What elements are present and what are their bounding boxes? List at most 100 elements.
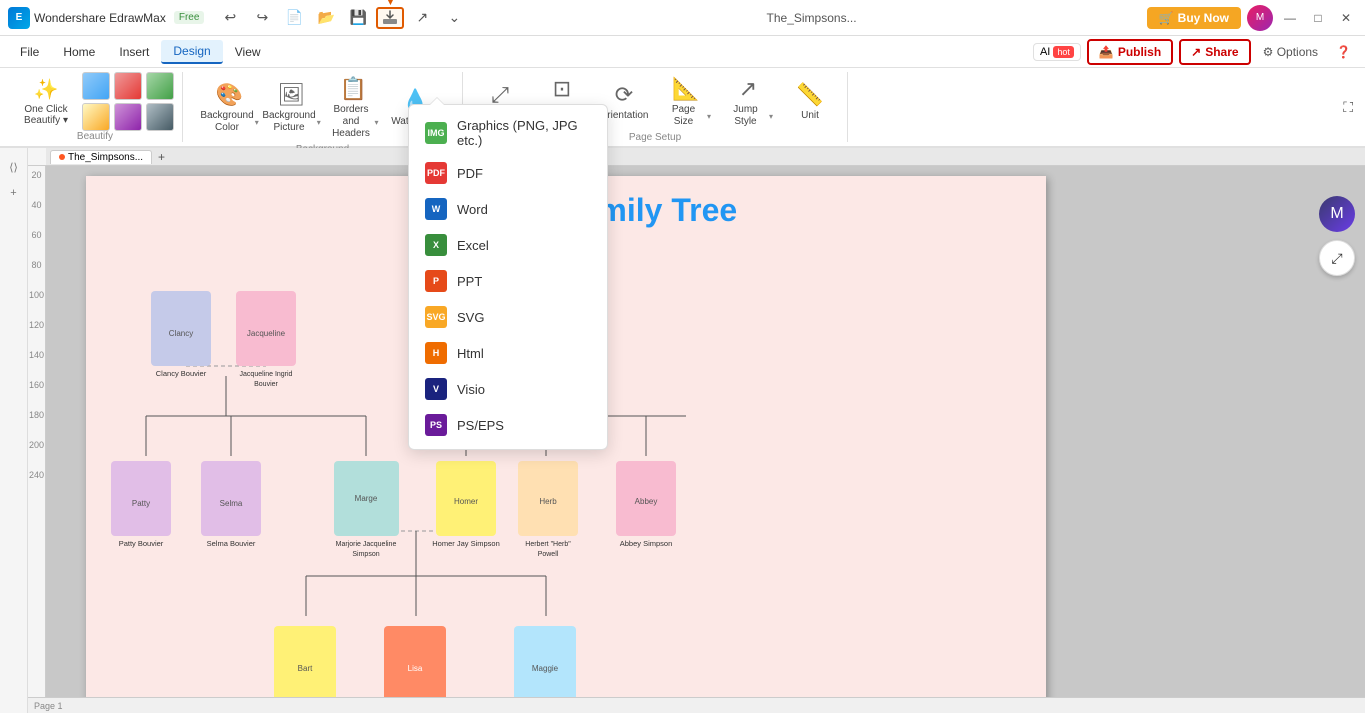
svg-label: SVG	[457, 310, 484, 325]
menu-design[interactable]: Design	[161, 40, 222, 64]
export-html-item[interactable]: H Html	[409, 335, 607, 371]
export-excel-item[interactable]: X Excel	[409, 227, 607, 263]
bg-picture-dropdown-arrow: ▾	[317, 118, 321, 127]
new-button[interactable]: 📄	[280, 7, 308, 29]
tab-bar: The_Simpsons... +	[46, 148, 1365, 166]
beautify-style-3[interactable]	[146, 72, 174, 100]
menu-insert[interactable]: Insert	[107, 41, 161, 63]
export-ps-item[interactable]: PS PS/EPS	[409, 407, 607, 443]
redo-button[interactable]: ↪	[248, 7, 276, 29]
buy-icon: 🛒	[1159, 11, 1174, 25]
html-label: Html	[457, 346, 484, 361]
float-expand-button[interactable]: ⤢	[1319, 240, 1355, 276]
pdf-icon: PDF	[425, 162, 447, 184]
unit-button[interactable]: 📏 Unit	[781, 78, 839, 126]
export-pdf-item[interactable]: PDF PDF	[409, 155, 607, 191]
export-visio-item[interactable]: V Visio	[409, 371, 607, 407]
app-name-label: Wondershare EdrawMax	[34, 11, 166, 25]
canvas-area: The_Simpsons... + 140 120 100 80 60 40 2…	[28, 148, 1365, 713]
right-floating-panel: M ⤢	[1319, 196, 1355, 276]
fit-drawing-icon: ⊡	[553, 76, 571, 102]
beautify-style-2[interactable]	[114, 72, 142, 100]
ps-label: PS/EPS	[457, 418, 504, 433]
borders-dropdown-arrow: ▾	[374, 118, 378, 127]
beautify-style-6[interactable]	[146, 103, 174, 131]
export-word-item[interactable]: W Word	[409, 191, 607, 227]
tab-modified-dot	[59, 154, 65, 160]
svg-icon: SVG	[425, 306, 447, 328]
export-button[interactable]: ▼	[376, 7, 404, 29]
ppt-icon: P	[425, 270, 447, 292]
export-dropdown: IMG Graphics (PNG, JPG etc.) PDF PDF W W…	[408, 104, 608, 450]
titlebar: E Wondershare EdrawMax Free ↩ ↪ 📄 📂 💾 ▼ …	[0, 0, 1365, 36]
beautify-icon: ✨	[34, 77, 59, 102]
open-button[interactable]: 📂	[312, 7, 340, 29]
gear-icon: ⚙	[1263, 45, 1274, 59]
sidebar-collapse-btn[interactable]: ⟨⟩	[3, 156, 25, 178]
page-size-button[interactable]: 📐 Page Size ▾	[657, 72, 715, 132]
page-size-icon: 📐	[672, 76, 699, 102]
buy-now-button[interactable]: 🛒 Buy Now	[1147, 7, 1241, 29]
beautify-label: Beautify	[77, 131, 113, 144]
edrawai-float-button[interactable]: M	[1319, 196, 1355, 232]
graphics-icon: IMG	[425, 122, 447, 144]
svg-text:Herb: Herb	[539, 497, 557, 506]
one-click-beautify-button[interactable]: ✨ One ClickBeautify ▾	[16, 73, 76, 130]
visio-label: Visio	[457, 382, 485, 397]
svg-text:Lisa: Lisa	[408, 664, 423, 673]
publish-icon: 📤	[1099, 45, 1114, 59]
share-button[interactable]: ↗ Share	[1179, 39, 1250, 65]
publish-button[interactable]: 📤 Publish	[1087, 39, 1173, 65]
svg-text:Selma: Selma	[220, 499, 243, 508]
expand-icon-btn[interactable]: ⛶	[1343, 99, 1353, 116]
ribbon-toolbar: ✨ One ClickBeautify ▾ Beautify	[0, 68, 1365, 148]
svg-text:Patty Bouvier: Patty Bouvier	[119, 539, 164, 548]
html-icon: H	[425, 342, 447, 364]
menubar: File Home Insert Design View AI hot 📤 Pu…	[0, 36, 1365, 68]
minimize-button[interactable]: —	[1279, 7, 1301, 29]
share-icon: ↗	[1191, 45, 1201, 59]
add-tab-button[interactable]: +	[154, 150, 169, 164]
undo-button[interactable]: ↩	[216, 7, 244, 29]
page-size-arrow: ▾	[707, 112, 711, 121]
export-svg-item[interactable]: SVG SVG	[409, 299, 607, 335]
background-color-button[interactable]: 🎨 Background Color ▾	[201, 78, 259, 138]
help-icon: ❓	[1336, 45, 1351, 59]
menu-home[interactable]: Home	[51, 41, 107, 63]
svg-text:Jacqueline: Jacqueline	[247, 329, 286, 338]
export-graphics-item[interactable]: IMG Graphics (PNG, JPG etc.)	[409, 111, 607, 155]
svg-text:Maggie: Maggie	[532, 664, 559, 673]
sidebar-add-btn[interactable]: +	[3, 182, 25, 204]
left-sidebar: ⟨⟩ +	[0, 148, 28, 713]
document-title: The_Simpsons...	[476, 11, 1146, 25]
jump-style-button[interactable]: ↗ Jump Style ▾	[719, 72, 777, 132]
share-title-button[interactable]: ↗	[408, 7, 436, 29]
beautify-style-4[interactable]	[82, 103, 110, 131]
maximize-button[interactable]: □	[1307, 7, 1329, 29]
save-button[interactable]: 💾	[344, 7, 372, 29]
user-avatar[interactable]: M	[1247, 5, 1273, 31]
beautify-style-5[interactable]	[114, 103, 142, 131]
page-setup-label: Page Setup	[629, 132, 681, 145]
ai-float-icon: M	[1330, 205, 1343, 223]
beautify-style-1[interactable]	[82, 72, 110, 100]
export-ppt-item[interactable]: P PPT	[409, 263, 607, 299]
vertical-ruler: 20 40 60 80 100 120 140 160 180 200 240	[28, 166, 46, 713]
expand-float-icon: ⤢	[1331, 250, 1342, 267]
close-button[interactable]: ✕	[1335, 7, 1357, 29]
svg-text:Patty: Patty	[132, 499, 150, 508]
menu-view[interactable]: View	[223, 41, 273, 63]
svg-text:Homer Jay Simpson: Homer Jay Simpson	[432, 539, 500, 548]
svg-text:Marjorie Jacqueline: Marjorie Jacqueline	[336, 541, 397, 548]
svg-text:Abbey: Abbey	[635, 497, 658, 506]
help-button[interactable]: ❓	[1330, 41, 1357, 63]
options-button[interactable]: ⚙ Options	[1257, 41, 1324, 63]
svg-text:Powell: Powell	[538, 551, 559, 558]
tab-simpsons[interactable]: The_Simpsons...	[50, 150, 152, 164]
menu-file[interactable]: File	[8, 41, 51, 63]
canvas-content: ns Family Tree	[46, 166, 1365, 713]
ai-badge[interactable]: AI hot	[1033, 43, 1081, 61]
more-button[interactable]: ⌄	[440, 7, 468, 29]
borders-headers-button[interactable]: 📋 Borders and Headers ▾	[325, 72, 383, 144]
background-picture-button[interactable]: 🖼 Background Picture ▾	[263, 78, 321, 138]
